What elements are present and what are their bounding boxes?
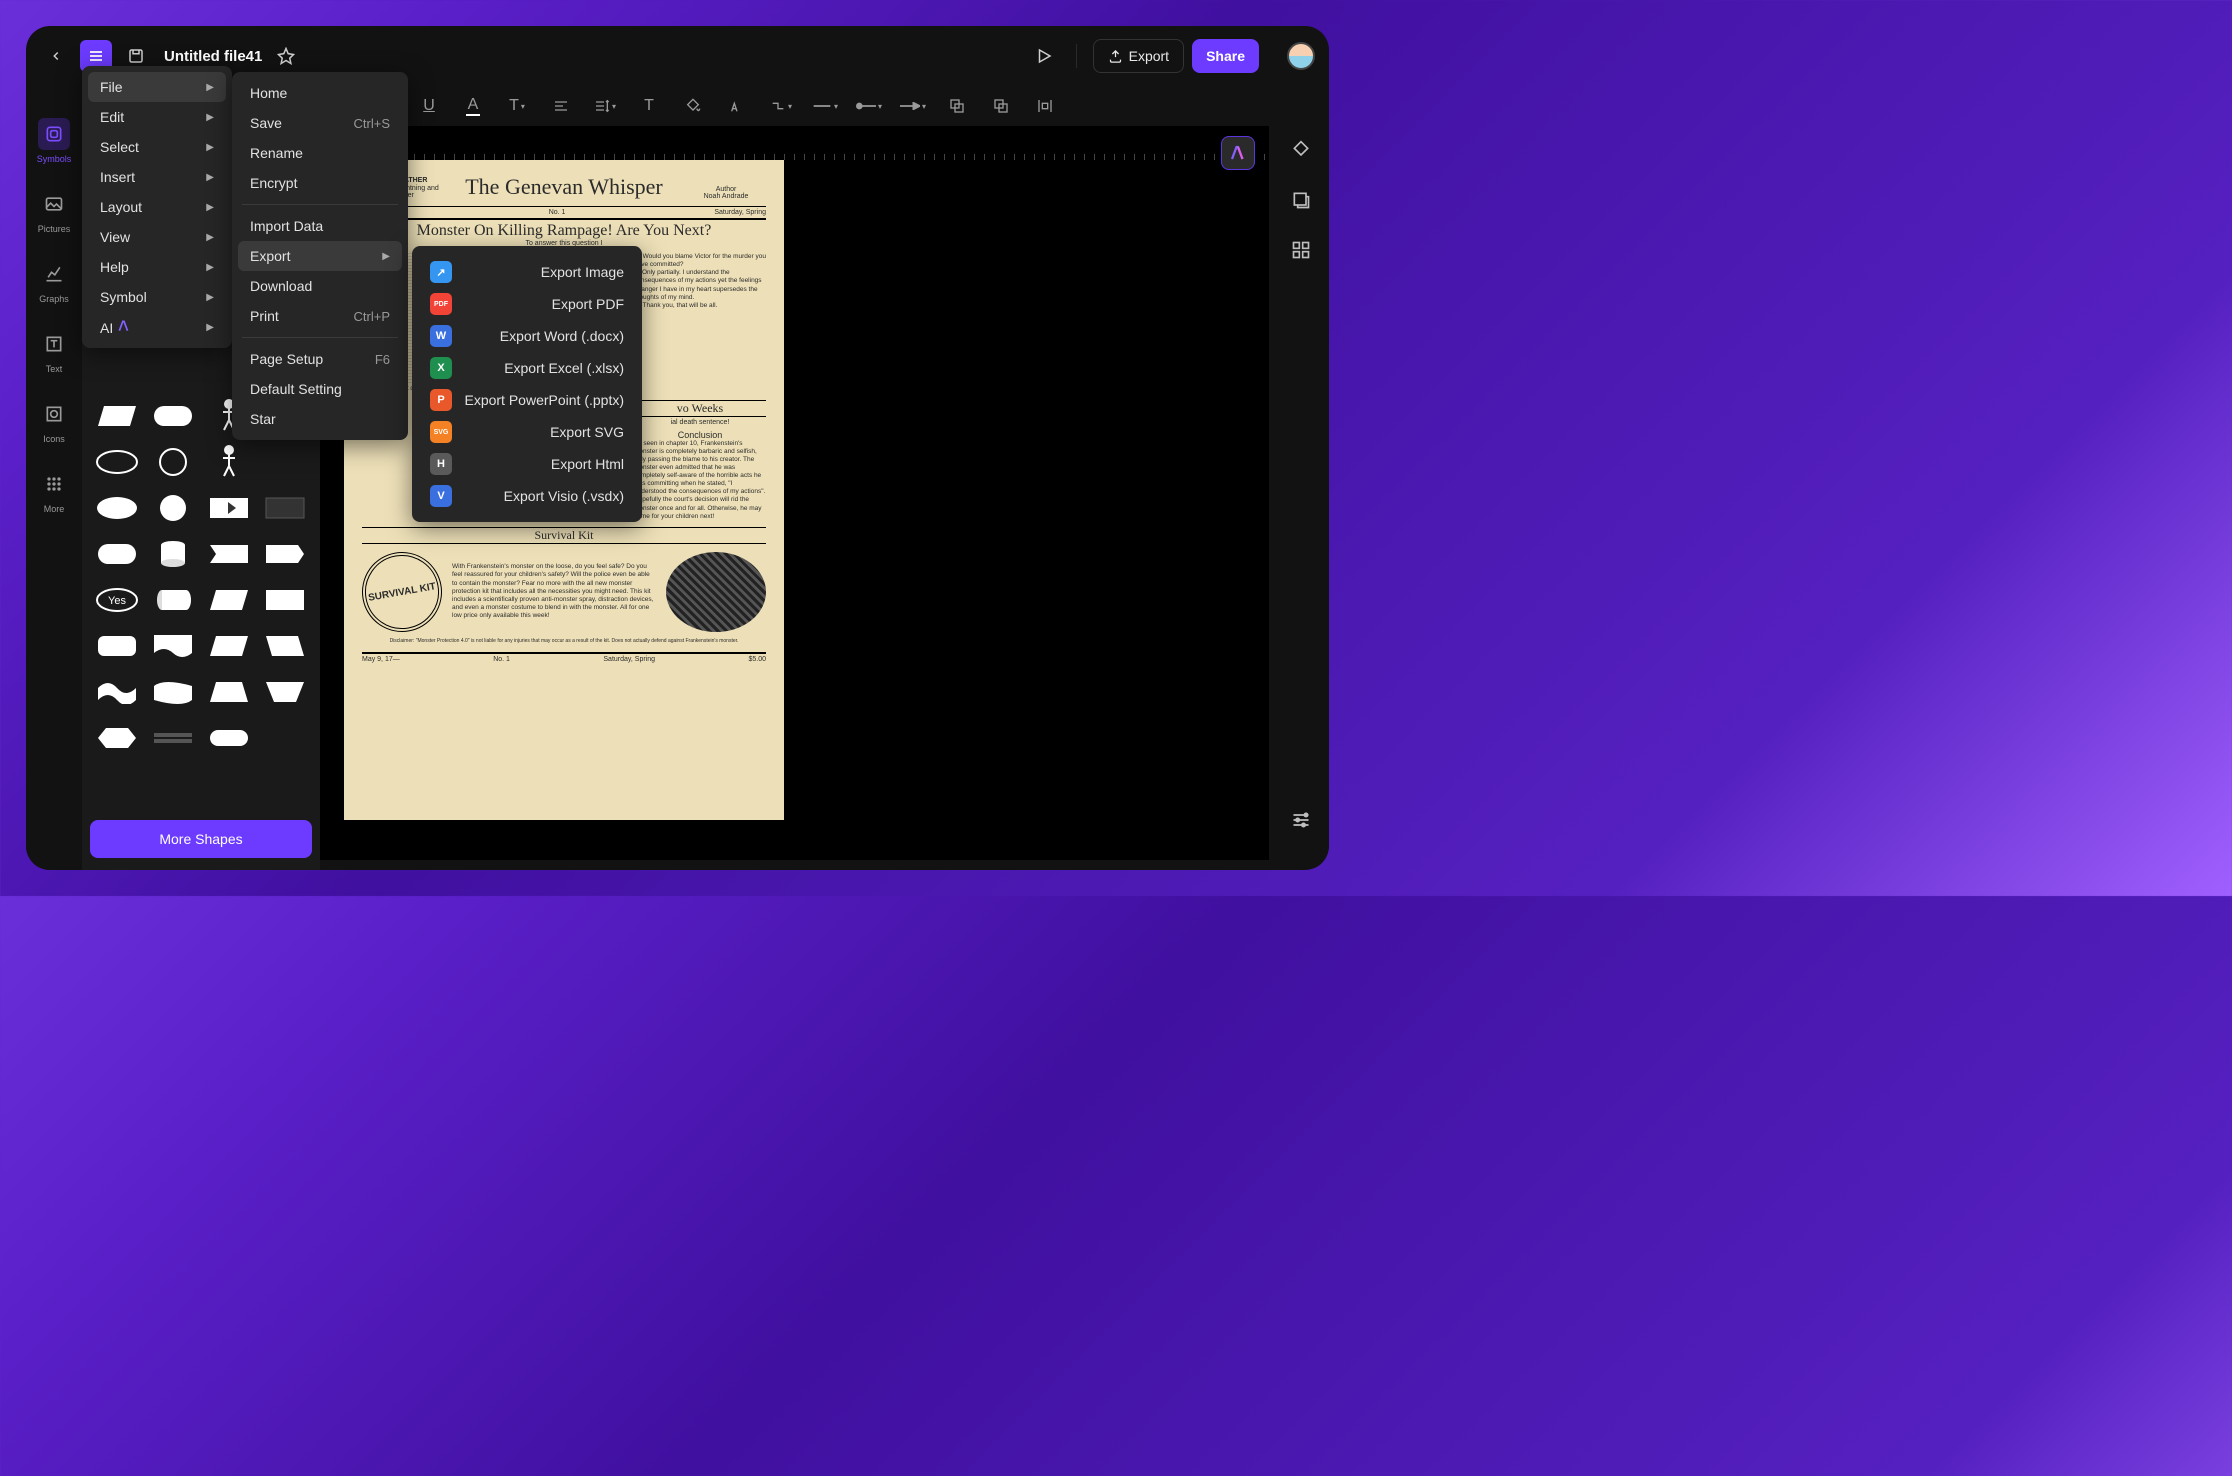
shape-blank2 bbox=[260, 718, 310, 758]
theme-icon[interactable] bbox=[1287, 136, 1315, 164]
shape-stickman[interactable] bbox=[204, 442, 254, 482]
menu-view[interactable]: View▶ bbox=[88, 222, 226, 252]
menu-file[interactable]: File▶ bbox=[88, 72, 226, 102]
menu-insert[interactable]: Insert▶ bbox=[88, 162, 226, 192]
menubar-menu: File▶Edit▶Select▶Insert▶Layout▶View▶Help… bbox=[82, 66, 232, 348]
file-menu-import-data[interactable]: Import Data bbox=[238, 211, 402, 241]
shape-ellipse-outline[interactable] bbox=[92, 442, 142, 482]
shape-parallelogram[interactable] bbox=[92, 396, 142, 436]
menu-select[interactable]: Select▶ bbox=[88, 132, 226, 162]
shape-hex[interactable] bbox=[92, 718, 142, 758]
rail-item-icons[interactable]: Icons bbox=[38, 398, 70, 444]
file-menu-star[interactable]: Star bbox=[238, 404, 402, 434]
more-shapes-button[interactable]: More Shapes bbox=[90, 820, 312, 858]
shape-banner2[interactable] bbox=[260, 534, 310, 574]
shape-rounded[interactable] bbox=[92, 534, 142, 574]
rail-item-text[interactable]: Text bbox=[38, 328, 70, 374]
play-icon[interactable] bbox=[1028, 40, 1060, 72]
export-menu-export-pdf[interactable]: PDFExport PDF bbox=[422, 288, 632, 320]
file-title: Untitled file41 bbox=[164, 48, 262, 65]
shape-thin[interactable] bbox=[148, 718, 198, 758]
doc-headline: Monster On Killing Rampage! Are You Next… bbox=[362, 222, 766, 240]
settings-toggle-icon[interactable] bbox=[1287, 806, 1315, 834]
shape-trap2[interactable] bbox=[260, 626, 310, 666]
stamp-graphic: SURVIVAL KIT bbox=[356, 545, 449, 638]
export-menu-export-image[interactable]: ↗Export Image bbox=[422, 256, 632, 288]
export-menu-export-powerpoint-pptx-[interactable]: PExport PowerPoint (.pptx) bbox=[422, 384, 632, 416]
share-button[interactable]: Share bbox=[1192, 39, 1259, 73]
menu-edit[interactable]: Edit▶ bbox=[88, 102, 226, 132]
shape-doc[interactable] bbox=[148, 626, 198, 666]
file-menu-encrypt[interactable]: Encrypt bbox=[238, 168, 402, 198]
doc-masthead: The Genevan Whisper bbox=[442, 174, 686, 200]
rail-item-more[interactable]: More bbox=[38, 468, 70, 514]
ai-fab[interactable] bbox=[1221, 136, 1255, 170]
export-menu-export-svg[interactable]: SVGExport SVG bbox=[422, 416, 632, 448]
shape-trap4[interactable] bbox=[260, 672, 310, 712]
shape-dark[interactable] bbox=[260, 488, 310, 528]
shape-arrow-block[interactable] bbox=[204, 488, 254, 528]
file-menu-default-setting[interactable]: Default Setting bbox=[238, 374, 402, 404]
star-icon[interactable] bbox=[270, 40, 302, 72]
shape-banner[interactable] bbox=[204, 534, 254, 574]
svg-text:Yes: Yes bbox=[108, 595, 126, 607]
export-menu-export-excel-xlsx-[interactable]: XExport Excel (.xlsx) bbox=[422, 352, 632, 384]
file-menu-home[interactable]: Home bbox=[238, 78, 402, 108]
file-menu-print[interactable]: PrintCtrl+P bbox=[238, 301, 402, 331]
menu-symbol[interactable]: Symbol▶ bbox=[88, 282, 226, 312]
export-button[interactable]: Export bbox=[1093, 39, 1184, 73]
shape-circle[interactable] bbox=[148, 488, 198, 528]
file-menu-save[interactable]: SaveCtrl+S bbox=[238, 108, 402, 138]
file-menu-page-setup[interactable]: Page SetupF6 bbox=[238, 344, 402, 374]
export-menu-export-html[interactable]: HExport Html bbox=[422, 448, 632, 480]
shape-wave[interactable] bbox=[92, 672, 142, 712]
shape-yes-bubble[interactable]: Yes bbox=[92, 580, 142, 620]
shape-tile[interactable] bbox=[260, 580, 310, 620]
file-menu: HomeSaveCtrl+SRenameEncrypt Import DataEx… bbox=[232, 72, 408, 440]
rail-item-symbols[interactable]: Symbols bbox=[37, 118, 72, 164]
export-menu-export-visio-vsdx-[interactable]: VExport Visio (.vsdx) bbox=[422, 480, 632, 512]
shape-cylinder[interactable] bbox=[148, 534, 198, 574]
shape-trap[interactable] bbox=[204, 626, 254, 666]
back-button[interactable] bbox=[40, 40, 72, 72]
shape-rounded2[interactable] bbox=[92, 626, 142, 666]
rail-item-graphs[interactable]: Graphs bbox=[38, 258, 70, 304]
file-menu-download[interactable]: Download bbox=[238, 271, 402, 301]
shape-parallelogram2[interactable] bbox=[204, 580, 254, 620]
export-menu: ↗Export ImagePDFExport PDFWExport Word (… bbox=[412, 246, 642, 522]
shape-circle-outline[interactable] bbox=[148, 442, 198, 482]
layers-icon[interactable] bbox=[1287, 186, 1315, 214]
shape-trap3[interactable] bbox=[204, 672, 254, 712]
file-menu-rename[interactable]: Rename bbox=[238, 138, 402, 168]
export-menu-export-word-docx-[interactable]: WExport Word (.docx) bbox=[422, 320, 632, 352]
menu-help[interactable]: Help▶ bbox=[88, 252, 226, 282]
kit-image bbox=[666, 552, 766, 632]
grid-icon[interactable] bbox=[1287, 236, 1315, 264]
menu-ai[interactable]: AI ▶ bbox=[88, 312, 226, 342]
shape-blank bbox=[260, 442, 310, 482]
shape-wave2[interactable] bbox=[148, 672, 198, 712]
menu-layout[interactable]: Layout▶ bbox=[88, 192, 226, 222]
rail-item-pictures[interactable]: Pictures bbox=[38, 188, 71, 234]
shape-pill[interactable] bbox=[204, 718, 254, 758]
shape-cylinder2[interactable] bbox=[148, 580, 198, 620]
shape-ellipse[interactable] bbox=[92, 488, 142, 528]
shape-rounded[interactable] bbox=[148, 396, 198, 436]
file-menu-export[interactable]: Export▶ bbox=[238, 241, 402, 271]
avatar[interactable] bbox=[1287, 42, 1315, 70]
